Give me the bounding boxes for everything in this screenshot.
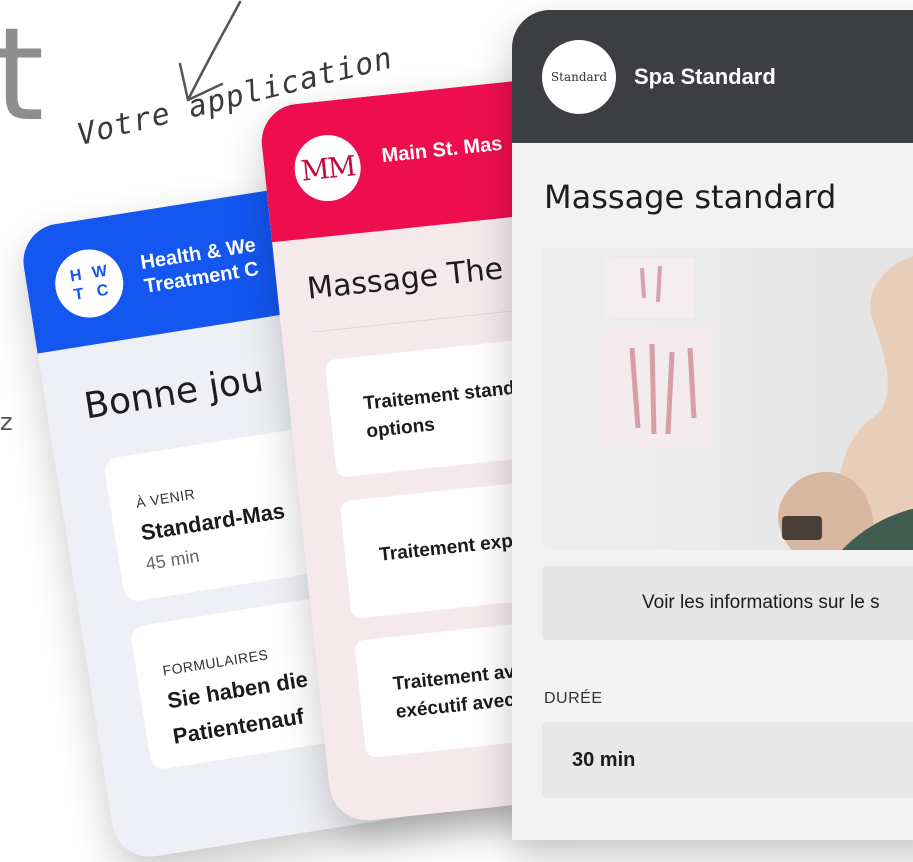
massage-photo-illustration [542,248,913,550]
card-subtitle: Patientenauf [171,703,306,749]
business-logo: H W T C [50,244,129,323]
service-line: Traitement stand [362,377,516,415]
logo-letter: H [68,266,83,286]
card-kicker: À VENIR [134,485,197,511]
app-header: Standard Spa Standard [512,10,913,143]
card-subtitle: 45 min [144,545,201,574]
business-logo: MM [291,131,364,205]
service-photo [542,248,913,550]
view-info-button[interactable]: Voir les informations sur le s [542,566,913,640]
business-name: Spa Standard [634,64,776,89]
background-letter-z: z [0,408,13,436]
duration-label: DURÉE [544,690,603,707]
business-logo: Standard [542,40,616,114]
greeting: Bonne jou [81,358,267,428]
page-title: Massage The [305,251,505,307]
logo-letter: T [72,285,86,304]
page-title: Massage standard [544,178,837,216]
background-letter-t: t [0,1,45,150]
service-line: options [365,413,436,442]
business-name: Health & We Treatment C [139,233,261,299]
business-name: Main St. Mas [380,132,504,168]
duration-option[interactable]: 30 min [542,722,913,798]
logo-letter: C [95,281,110,301]
logo-letter: W [90,262,109,282]
phone-spa-standard: Standard Spa Standard Massage standard V… [512,10,913,840]
